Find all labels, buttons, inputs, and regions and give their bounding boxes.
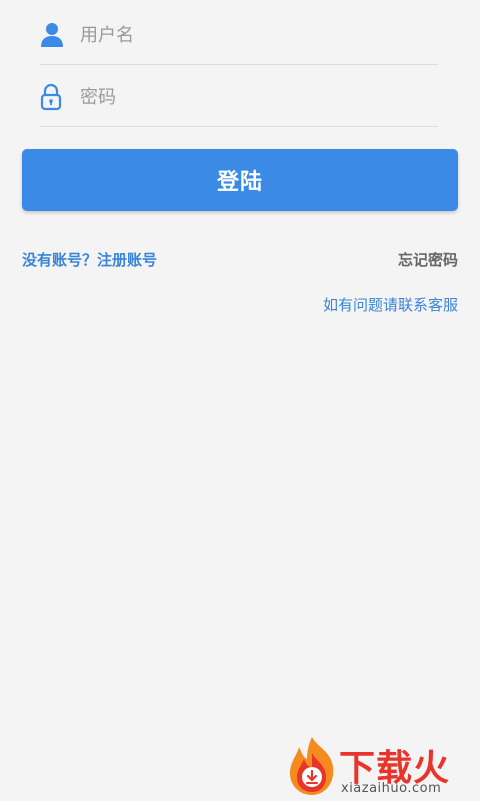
password-input[interactable]	[78, 85, 402, 109]
user-icon	[40, 20, 66, 50]
watermark: 下载火 xiazaihuo.com	[283, 735, 480, 800]
password-field[interactable]	[40, 68, 438, 127]
contact-support-link[interactable]: 如有问题请联系客服	[323, 294, 458, 315]
username-input[interactable]	[78, 23, 402, 47]
lock-icon	[40, 82, 66, 112]
username-field[interactable]	[40, 6, 438, 65]
forgot-password-link[interactable]: 忘记密码	[398, 249, 458, 270]
flame-logo-icon	[283, 735, 341, 797]
register-link[interactable]: 没有账号？注册账号	[22, 249, 157, 270]
watermark-domain: xiazaihuo.com	[341, 781, 442, 796]
login-button[interactable]: 登陆	[22, 149, 458, 211]
